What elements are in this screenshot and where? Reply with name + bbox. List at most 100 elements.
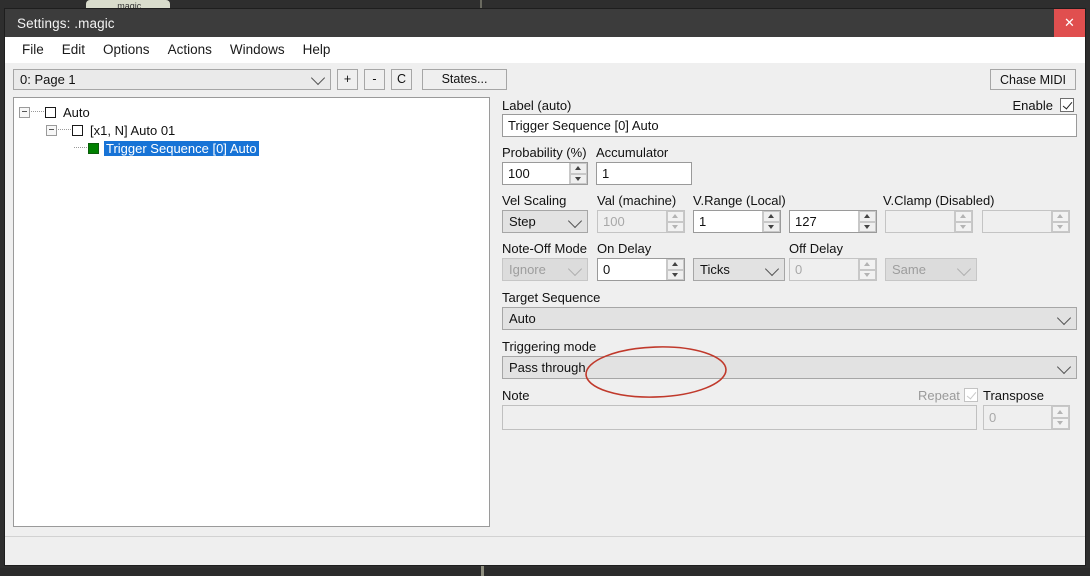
vrange-low-spin-arrows[interactable] <box>762 211 780 232</box>
vrange-low-value: 1 <box>694 211 762 232</box>
chevron-down-icon <box>311 71 325 85</box>
menu-item-actions[interactable]: Actions <box>159 40 221 59</box>
enable-checkbox[interactable] <box>1060 98 1074 112</box>
vrange-low-stepper[interactable]: 1 <box>693 210 781 233</box>
settings-window: Settings: .magic ✕ File Edit Options Act… <box>4 8 1086 566</box>
off-delay-stepper: 0 <box>789 258 877 281</box>
vclamp-low-value <box>886 211 954 232</box>
menu-item-windows[interactable]: Windows <box>221 40 294 59</box>
close-glyph: ✕ <box>1064 15 1075 31</box>
node-checkbox-icon[interactable] <box>45 107 56 118</box>
probability-spin-arrows[interactable] <box>569 163 587 184</box>
desktop-bottom-marker <box>481 566 484 576</box>
window-titlebar[interactable]: Settings: .magic ✕ <box>5 9 1085 37</box>
spin-down-icon <box>859 270 876 281</box>
on-delay-stepper[interactable]: 0 <box>597 258 685 281</box>
off-delay-spin-arrows <box>858 259 876 280</box>
enable-caption: Enable <box>1013 98 1053 113</box>
val-machine-stepper: 100 <box>597 210 685 233</box>
off-delay-caption: Off Delay <box>789 241 843 256</box>
vrange-caption: V.Range (Local) <box>693 193 786 208</box>
toolbar: 0: Page 1 + - C States... Chase MIDI <box>5 63 1085 95</box>
vclamp-low-spin-arrows <box>954 211 972 232</box>
chevron-down-icon <box>568 261 582 275</box>
spin-up-icon[interactable] <box>667 259 684 270</box>
sequence-tree[interactable]: Auto [x1, N] Auto 01 Trigger Sequence [0… <box>13 97 490 527</box>
note-off-mode-value: Ignore <box>509 262 546 277</box>
menubar: File Edit Options Actions Windows Help <box>5 37 1085 63</box>
triggering-mode-caption: Triggering mode <box>502 339 596 354</box>
copy-page-button[interactable]: C <box>391 69 412 90</box>
background-divider <box>480 0 482 8</box>
page-select-dropdown[interactable]: 0: Page 1 <box>13 69 331 90</box>
spin-up-icon[interactable] <box>859 211 876 222</box>
on-delay-spin-arrows[interactable] <box>666 259 684 280</box>
tree-row[interactable]: Auto <box>19 103 489 121</box>
close-icon[interactable]: ✕ <box>1054 9 1085 37</box>
val-machine-caption: Val (machine) <box>597 193 676 208</box>
chase-midi-button[interactable]: Chase MIDI <box>990 69 1076 90</box>
spin-up-icon <box>859 259 876 270</box>
tree-row[interactable]: [x1, N] Auto 01 <box>19 121 489 139</box>
chevron-down-icon <box>765 261 779 275</box>
states-button[interactable]: States... <box>422 69 507 90</box>
label-caption: Label (auto) <box>502 98 571 113</box>
vel-scaling-dropdown[interactable]: Step <box>502 210 588 233</box>
repeat-caption: Repeat <box>918 388 960 403</box>
vrange-high-stepper[interactable]: 127 <box>789 210 877 233</box>
tree-node-label: Trigger Sequence [0] Auto <box>104 141 259 156</box>
vrange-high-spin-arrows[interactable] <box>858 211 876 232</box>
accumulator-caption: Accumulator <box>596 145 668 160</box>
chevron-down-icon <box>957 261 971 275</box>
vel-scaling-value: Step <box>509 214 536 229</box>
settings-panel: Label (auto) Enable Trigger Sequence [0]… <box>500 97 1077 536</box>
transpose-stepper: 0 <box>983 405 1070 430</box>
menu-item-edit[interactable]: Edit <box>53 40 94 59</box>
menu-item-file[interactable]: File <box>13 40 53 59</box>
spin-down-icon[interactable] <box>763 222 780 233</box>
menu-item-options[interactable]: Options <box>94 40 159 59</box>
spin-down-icon[interactable] <box>667 270 684 281</box>
tree-node-label: Auto <box>61 105 92 120</box>
vclamp-high-value <box>983 211 1051 232</box>
transpose-value: 0 <box>984 406 1051 429</box>
on-delay-caption: On Delay <box>597 241 651 256</box>
transpose-spin-arrows <box>1051 406 1069 429</box>
spin-up-icon <box>955 211 972 222</box>
expander-collapse-icon[interactable] <box>46 125 57 136</box>
val-machine-value: 100 <box>598 211 666 232</box>
note-caption: Note <box>502 388 529 403</box>
expander-collapse-icon[interactable] <box>19 107 30 118</box>
vclamp-caption: V.Clamp (Disabled) <box>883 193 995 208</box>
triggering-mode-dropdown[interactable]: Pass through <box>502 356 1077 379</box>
probability-stepper[interactable]: 100 <box>502 162 588 185</box>
target-sequence-value: Auto <box>509 311 536 326</box>
spin-down-icon[interactable] <box>570 174 587 185</box>
spin-down-icon[interactable] <box>859 222 876 233</box>
off-delay-unit-value: Same <box>892 262 926 277</box>
menu-item-help[interactable]: Help <box>294 40 340 59</box>
chevron-down-icon <box>1057 310 1071 324</box>
node-checkbox-icon[interactable] <box>72 125 83 136</box>
val-machine-spin-arrows <box>666 211 684 232</box>
node-active-icon[interactable] <box>88 143 99 154</box>
accumulator-input[interactable]: 1 <box>596 162 692 185</box>
spin-up-icon[interactable] <box>763 211 780 222</box>
note-off-mode-caption: Note-Off Mode <box>502 241 587 256</box>
label-input-value: Trigger Sequence [0] Auto <box>508 118 659 133</box>
desktop-bottom-strip <box>0 568 1090 576</box>
tree-connector <box>58 129 71 131</box>
on-delay-unit-dropdown[interactable]: Ticks <box>693 258 785 281</box>
tree-row[interactable]: Trigger Sequence [0] Auto <box>19 139 489 157</box>
probability-value: 100 <box>503 163 569 184</box>
on-delay-value: 0 <box>598 259 666 280</box>
spin-up-icon[interactable] <box>570 163 587 174</box>
label-input[interactable]: Trigger Sequence [0] Auto <box>502 114 1077 137</box>
remove-page-button[interactable]: - <box>364 69 385 90</box>
add-page-button[interactable]: + <box>337 69 358 90</box>
spin-up-icon <box>1052 406 1069 418</box>
page-select-value: 0: Page 1 <box>20 72 76 87</box>
chevron-down-icon <box>1057 359 1071 373</box>
target-sequence-dropdown[interactable]: Auto <box>502 307 1077 330</box>
spin-down-icon <box>955 222 972 233</box>
